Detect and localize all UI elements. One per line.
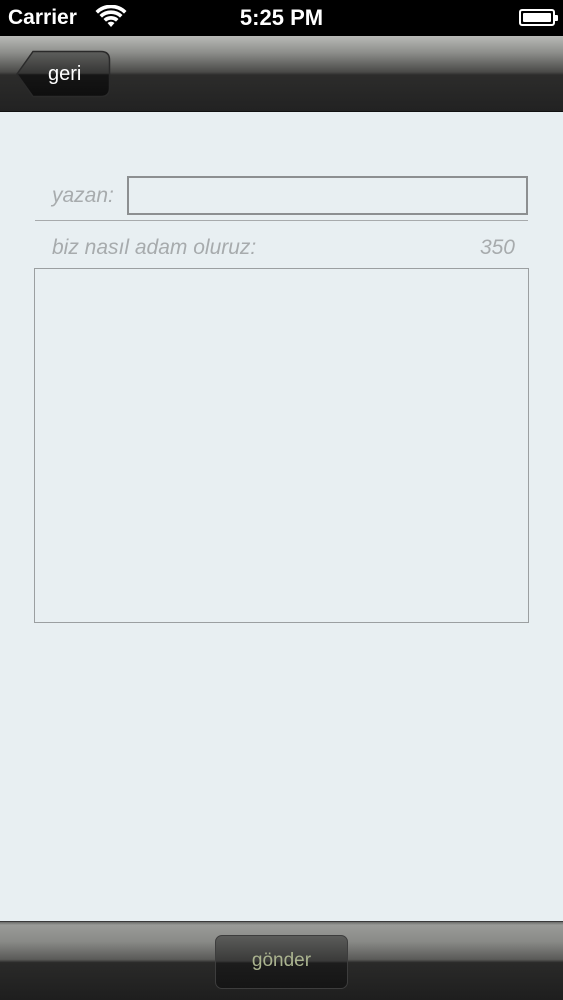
navigation-bar: geri xyxy=(0,36,563,112)
author-input[interactable] xyxy=(127,176,528,215)
send-button[interactable]: gönder xyxy=(215,935,348,989)
question-label: biz nasıl adam oluruz: xyxy=(52,236,257,259)
bottom-toolbar: gönder xyxy=(0,921,563,1000)
answer-textarea[interactable] xyxy=(34,268,529,623)
clock-time: 5:25 PM xyxy=(239,5,324,30)
status-bar: Carrier 5:25 PM xyxy=(0,0,563,36)
remaining-character-count: 350 xyxy=(479,236,515,259)
battery-icon xyxy=(519,9,558,26)
back-button-label: geri xyxy=(48,63,82,85)
author-label: yazan: xyxy=(52,184,114,207)
divider xyxy=(35,220,528,221)
back-button[interactable]: geri xyxy=(16,50,111,98)
